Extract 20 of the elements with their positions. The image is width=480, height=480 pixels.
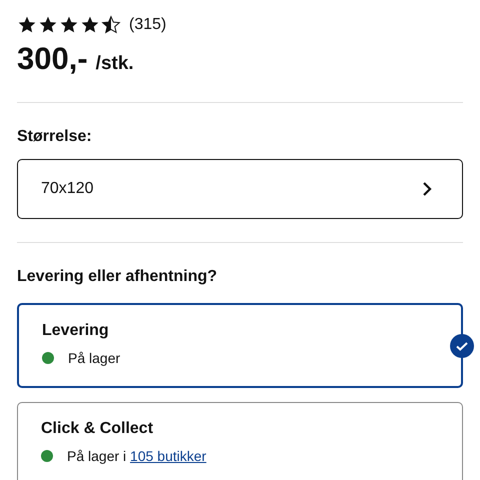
price-unit: /stk.: [96, 52, 134, 76]
option-title: Click & Collect: [41, 419, 154, 439]
star-icon: [17, 15, 37, 35]
star-icon: [59, 15, 79, 35]
size-label: Størrelse:: [17, 127, 93, 147]
star-icon: [101, 15, 121, 35]
star-icon: [80, 15, 100, 35]
stock-status: På lager: [68, 349, 120, 368]
price: 300,-: [17, 40, 88, 78]
option-title: Levering: [42, 321, 110, 341]
delivery-option[interactable]: Levering På lager: [17, 303, 463, 388]
check-icon: [450, 334, 474, 358]
review-count[interactable]: (315): [129, 13, 166, 37]
star-icon: [38, 15, 58, 35]
delivery-option[interactable]: Click & Collect På lager i 105 butikker: [17, 402, 463, 480]
size-select[interactable]: 70x120: [17, 159, 463, 219]
chevron-right-icon: [422, 181, 432, 197]
store-link[interactable]: 105 butikker: [130, 448, 206, 464]
stock-status: På lager i 105 butikker: [67, 447, 206, 466]
delivery-heading: Levering eller afhentning?: [17, 267, 218, 287]
